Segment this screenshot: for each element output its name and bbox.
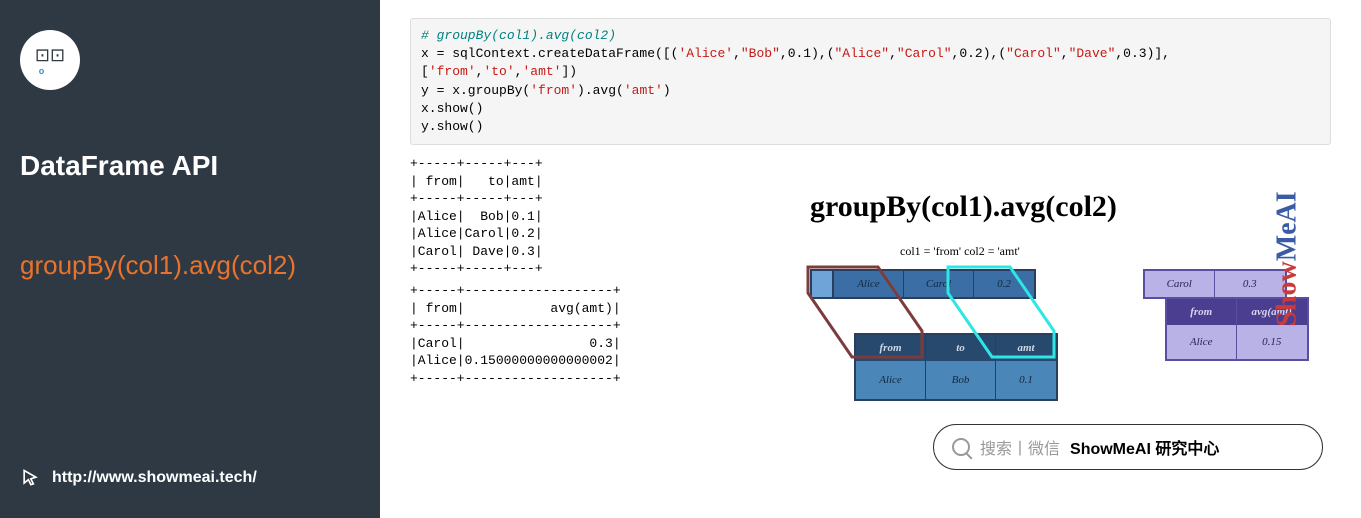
code-line-1: x = sqlContext.createDataFrame([('Alice'… bbox=[421, 45, 1320, 81]
sidebar: ⊡⊡ ShowMeAI DataFrame API groupBy(col1).… bbox=[0, 0, 380, 518]
cell: Carol bbox=[1145, 271, 1215, 297]
search-widget[interactable]: 搜索丨微信 ShowMeAI 研究中心 bbox=[933, 424, 1323, 470]
cell: Carol bbox=[904, 271, 974, 297]
function-name: groupBy(col1).avg(col2) bbox=[20, 242, 360, 289]
header-cell: from bbox=[856, 335, 926, 361]
header-cell: to bbox=[926, 335, 996, 361]
cell: Alice bbox=[1167, 325, 1237, 359]
diagram-title: groupBy(col1).avg(col2) bbox=[810, 190, 1301, 224]
cell: Alice bbox=[834, 271, 904, 297]
footer: http://www.showmeai.tech/ bbox=[20, 468, 360, 488]
logo: ⊡⊡ ShowMeAI bbox=[20, 30, 80, 90]
header-cell: from bbox=[1167, 299, 1237, 325]
search-brand: ShowMeAI 研究中心 bbox=[1070, 435, 1219, 459]
logo-text: ShowMeAI bbox=[27, 66, 73, 76]
watermark: ShowMeAI bbox=[1271, 191, 1303, 326]
cell: Bob bbox=[926, 361, 996, 399]
cell: Alice bbox=[856, 361, 926, 399]
search-placeholder: 搜索丨微信 bbox=[980, 435, 1060, 459]
code-line-4: y.show() bbox=[421, 118, 1320, 136]
search-icon bbox=[952, 438, 970, 456]
diagram: groupBy(col1).avg(col2) col1 = 'from' co… bbox=[810, 190, 1301, 424]
source-table-stack: Carol Dave 0.3 Alice Carol 0.2 from to a… bbox=[810, 269, 1023, 424]
header-cell: amt bbox=[996, 335, 1056, 361]
code-line-2: y = x.groupBy('from').avg('amt') bbox=[421, 82, 1320, 100]
cell: 0.15 bbox=[1237, 325, 1307, 359]
main-content: # groupBy(col1).avg(col2) x = sqlContext… bbox=[380, 0, 1361, 518]
code-block: # groupBy(col1).avg(col2) x = sqlContext… bbox=[410, 18, 1331, 145]
cell: 0.2 bbox=[974, 271, 1034, 297]
code-line-3: x.show() bbox=[421, 100, 1320, 118]
cursor-icon bbox=[20, 468, 40, 488]
footer-url: http://www.showmeai.tech/ bbox=[52, 469, 257, 487]
cell: 0.1 bbox=[996, 361, 1056, 399]
robot-icon: ⊡⊡ bbox=[35, 45, 65, 66]
page-title: DataFrame API bbox=[20, 150, 360, 182]
diagram-subtitle: col1 = 'from' col2 = 'amt' bbox=[900, 244, 1301, 259]
code-comment: # groupBy(col1).avg(col2) bbox=[421, 27, 1320, 45]
